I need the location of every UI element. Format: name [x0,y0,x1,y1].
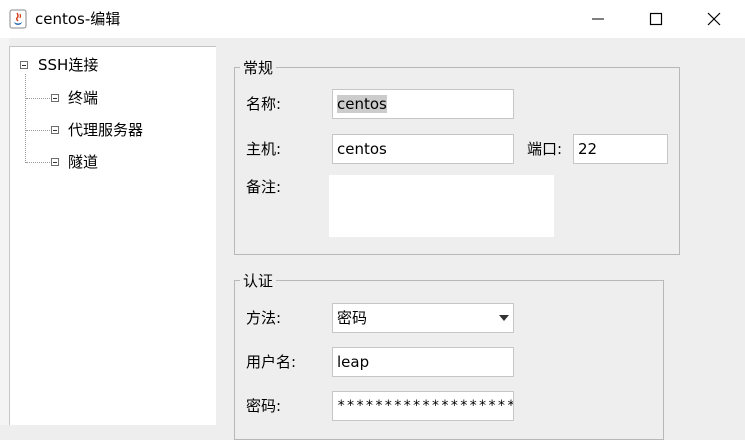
collapse-icon[interactable] [51,126,59,134]
dropdown-arrow-icon [499,315,509,321]
tree-connector [25,74,26,163]
java-app-icon [9,9,27,29]
method-dropdown[interactable]: 密码 [332,303,514,333]
tree-label-tunnel: 隧道 [68,153,99,171]
username-field[interactable]: leap [332,347,514,377]
minimize-button[interactable] [569,0,627,38]
method-value: 密码 [337,309,368,327]
port-label: 端口: [527,140,563,158]
window-title: centos-编辑 [35,10,121,28]
method-label: 方法: [246,309,282,327]
password-field[interactable]: ********************** [332,391,514,421]
name-value: centos [337,95,387,113]
tree-label-ssh: SSH连接 [38,56,99,74]
auth-legend: 认证 [240,272,277,290]
settings-tree: SSH连接 终端 代理服务器 隧道 [9,46,216,425]
username-label: 用户名: [246,353,297,371]
collapse-icon[interactable] [20,61,28,69]
tree-label-proxy: 代理服务器 [68,121,144,139]
collapse-icon[interactable] [51,158,59,166]
password-label: 密码: [246,397,282,415]
port-field[interactable]: 22 [573,134,668,164]
tree-connector [26,130,50,131]
general-legend: 常规 [240,59,277,77]
tree-connector [26,98,50,99]
host-label: 主机: [246,140,282,158]
close-icon [707,12,721,26]
tree-connector [26,162,50,163]
window-edge [0,38,9,425]
minimize-icon [592,18,604,20]
note-label: 备注: [246,178,282,196]
note-textarea[interactable] [329,175,554,237]
collapse-icon[interactable] [51,94,59,102]
name-field[interactable]: centos [332,89,514,119]
tree-label-terminal: 终端 [68,89,99,107]
title-bar: centos-编辑 [0,0,745,38]
maximize-icon [649,12,663,26]
maximize-button[interactable] [627,0,685,38]
host-field[interactable]: centos [332,134,514,164]
name-label: 名称: [246,95,282,113]
close-button[interactable] [685,0,743,38]
